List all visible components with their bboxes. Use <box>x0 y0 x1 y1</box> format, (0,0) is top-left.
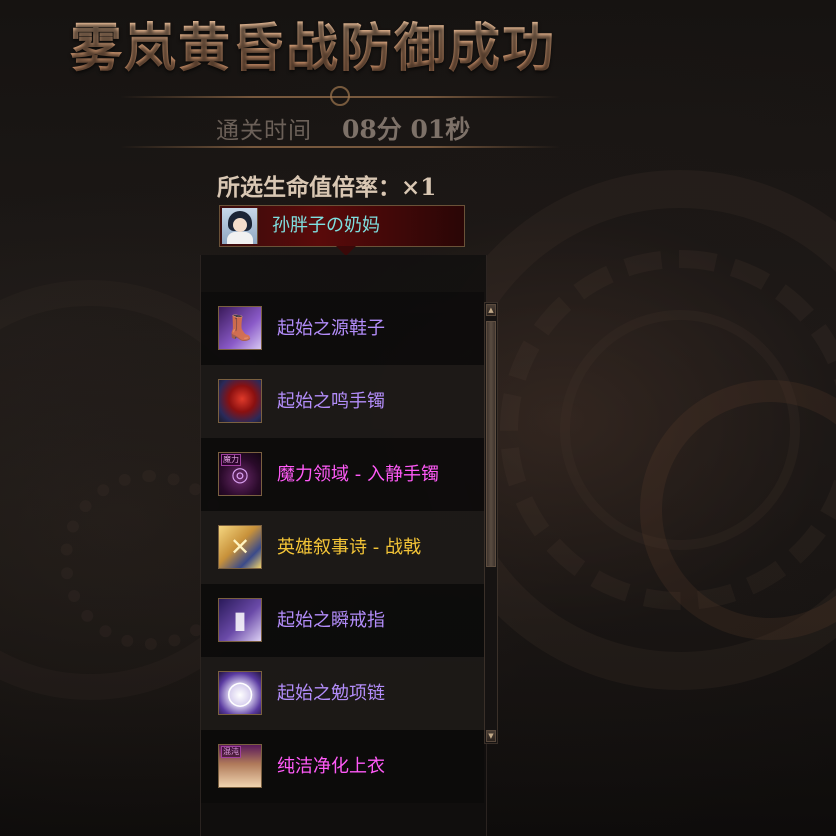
shoes-icon: 👢 <box>218 306 262 350</box>
divider <box>120 146 560 148</box>
ring-icon: ▮ <box>218 598 262 642</box>
reward-item[interactable]: 起始之鸣手镯 <box>201 365 484 438</box>
halberd-icon: ✕ <box>218 525 262 569</box>
reward-item-name: 英雄叙事诗 - 战戟 <box>277 537 421 558</box>
icon-tag: 混沌 <box>221 746 241 758</box>
background-gear-decoration <box>560 310 800 550</box>
top-icon: 混沌 <box>218 744 262 788</box>
ornament-icon <box>330 86 350 106</box>
player-avatar <box>222 208 258 244</box>
hp-multiplier-text: 所选生命值倍率：×1 <box>217 174 437 201</box>
result-screen: 雾岚黄昏战防御成功 通关时间 08分 01秒 所选生命值倍率：×1 孙胖子の奶妈… <box>0 0 836 836</box>
reward-item[interactable]: 混沌 纯洁净化上衣 <box>201 730 484 803</box>
reward-list-scrollbar[interactable]: ▲ ▼ <box>484 302 498 744</box>
reward-item-name: 起始之勉项链 <box>277 683 385 704</box>
reward-item[interactable]: 魔力 ◎ 魔力领域 - 入静手镯 <box>201 438 484 511</box>
reward-item[interactable]: ✕ 英雄叙事诗 - 战戟 <box>201 511 484 584</box>
reward-item-name: 起始之源鞋子 <box>277 318 385 339</box>
clear-time-label: 通关时间 <box>216 118 312 144</box>
clear-time-value: 08分 01秒 <box>342 115 471 144</box>
bracelet-icon <box>218 379 262 423</box>
reward-item[interactable]: ◯ 起始之勉项链 <box>201 657 484 730</box>
magic-bracelet-icon: 魔力 ◎ <box>218 452 262 496</box>
player-name: 孙胖子の奶妈 <box>272 215 380 236</box>
clear-time: 通关时间 08分 01秒 <box>216 110 470 146</box>
necklace-icon: ◯ <box>218 671 262 715</box>
player-card: 孙胖子の奶妈 <box>219 205 465 256</box>
scroll-down-arrow-icon[interactable]: ▼ <box>486 730 496 742</box>
reward-item-name: 起始之瞬戒指 <box>277 610 385 631</box>
scroll-thumb[interactable] <box>486 321 496 567</box>
reward-item[interactable]: 👢 起始之源鞋子 <box>201 292 484 365</box>
reward-item-name: 起始之鸣手镯 <box>277 391 385 412</box>
scroll-up-arrow-icon[interactable]: ▲ <box>486 304 496 316</box>
reward-item[interactable]: ▮ 起始之瞬戒指 <box>201 584 484 657</box>
reward-item-name: 魔力领域 - 入静手镯 <box>277 464 439 485</box>
result-title: 雾岚黄昏战防御成功 <box>70 6 556 81</box>
reward-item-name: 纯洁净化上衣 <box>277 756 385 777</box>
background-gear-decoration <box>640 380 836 640</box>
background-gear-decoration <box>500 250 836 610</box>
